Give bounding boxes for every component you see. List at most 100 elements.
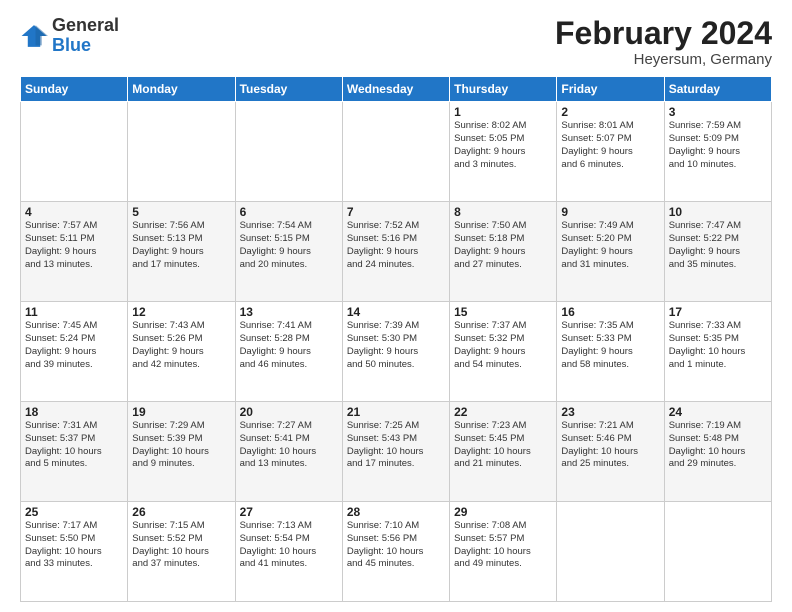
calendar-cell: 13Sunrise: 7:41 AM Sunset: 5:28 PM Dayli…: [235, 302, 342, 402]
calendar-cell: 26Sunrise: 7:15 AM Sunset: 5:52 PM Dayli…: [128, 502, 235, 602]
calendar-cell: 10Sunrise: 7:47 AM Sunset: 5:22 PM Dayli…: [664, 202, 771, 302]
calendar-cell: 27Sunrise: 7:13 AM Sunset: 5:54 PM Dayli…: [235, 502, 342, 602]
day-number: 7: [347, 205, 445, 219]
day-info: Sunrise: 7:50 AM Sunset: 5:18 PM Dayligh…: [454, 220, 552, 271]
day-info: Sunrise: 7:29 AM Sunset: 5:39 PM Dayligh…: [132, 420, 230, 471]
day-number: 2: [561, 105, 659, 119]
day-info: Sunrise: 7:52 AM Sunset: 5:16 PM Dayligh…: [347, 220, 445, 271]
calendar-week-row: 1Sunrise: 8:02 AM Sunset: 5:05 PM Daylig…: [21, 102, 772, 202]
day-info: Sunrise: 7:56 AM Sunset: 5:13 PM Dayligh…: [132, 220, 230, 271]
calendar-cell: 21Sunrise: 7:25 AM Sunset: 5:43 PM Dayli…: [342, 402, 449, 502]
calendar-cell: [557, 502, 664, 602]
day-info: Sunrise: 7:45 AM Sunset: 5:24 PM Dayligh…: [25, 320, 123, 371]
day-number: 11: [25, 305, 123, 319]
day-info: Sunrise: 8:02 AM Sunset: 5:05 PM Dayligh…: [454, 120, 552, 171]
day-info: Sunrise: 7:27 AM Sunset: 5:41 PM Dayligh…: [240, 420, 338, 471]
day-number: 27: [240, 505, 338, 519]
calendar-cell: [342, 102, 449, 202]
day-info: Sunrise: 7:47 AM Sunset: 5:22 PM Dayligh…: [669, 220, 767, 271]
calendar-subtitle: Heyersum, Germany: [555, 51, 772, 68]
calendar-cell: 19Sunrise: 7:29 AM Sunset: 5:39 PM Dayli…: [128, 402, 235, 502]
calendar-cell: 11Sunrise: 7:45 AM Sunset: 5:24 PM Dayli…: [21, 302, 128, 402]
calendar-cell: [128, 102, 235, 202]
calendar-cell: 28Sunrise: 7:10 AM Sunset: 5:56 PM Dayli…: [342, 502, 449, 602]
day-info: Sunrise: 8:01 AM Sunset: 5:07 PM Dayligh…: [561, 120, 659, 171]
day-info: Sunrise: 7:41 AM Sunset: 5:28 PM Dayligh…: [240, 320, 338, 371]
weekday-header-monday: Monday: [128, 77, 235, 102]
logo-general-text: General: [52, 15, 119, 35]
day-info: Sunrise: 7:59 AM Sunset: 5:09 PM Dayligh…: [669, 120, 767, 171]
calendar-cell: 17Sunrise: 7:33 AM Sunset: 5:35 PM Dayli…: [664, 302, 771, 402]
day-number: 16: [561, 305, 659, 319]
weekday-header-saturday: Saturday: [664, 77, 771, 102]
day-number: 1: [454, 105, 552, 119]
day-info: Sunrise: 7:13 AM Sunset: 5:54 PM Dayligh…: [240, 520, 338, 571]
logo-icon: [20, 22, 48, 50]
day-number: 13: [240, 305, 338, 319]
calendar-cell: 22Sunrise: 7:23 AM Sunset: 5:45 PM Dayli…: [450, 402, 557, 502]
calendar-cell: 18Sunrise: 7:31 AM Sunset: 5:37 PM Dayli…: [21, 402, 128, 502]
calendar-title: February 2024: [555, 16, 772, 51]
day-number: 24: [669, 405, 767, 419]
calendar-cell: 1Sunrise: 8:02 AM Sunset: 5:05 PM Daylig…: [450, 102, 557, 202]
day-number: 9: [561, 205, 659, 219]
day-number: 18: [25, 405, 123, 419]
day-number: 20: [240, 405, 338, 419]
calendar-page: General Blue February 2024 Heyersum, Ger…: [0, 0, 792, 612]
day-number: 19: [132, 405, 230, 419]
calendar-cell: 16Sunrise: 7:35 AM Sunset: 5:33 PM Dayli…: [557, 302, 664, 402]
header: General Blue February 2024 Heyersum, Ger…: [20, 16, 772, 68]
day-info: Sunrise: 7:35 AM Sunset: 5:33 PM Dayligh…: [561, 320, 659, 371]
calendar-cell: 5Sunrise: 7:56 AM Sunset: 5:13 PM Daylig…: [128, 202, 235, 302]
calendar-cell: [235, 102, 342, 202]
day-number: 14: [347, 305, 445, 319]
calendar-cell: 4Sunrise: 7:57 AM Sunset: 5:11 PM Daylig…: [21, 202, 128, 302]
calendar-week-row: 4Sunrise: 7:57 AM Sunset: 5:11 PM Daylig…: [21, 202, 772, 302]
calendar-week-row: 18Sunrise: 7:31 AM Sunset: 5:37 PM Dayli…: [21, 402, 772, 502]
calendar-cell: 25Sunrise: 7:17 AM Sunset: 5:50 PM Dayli…: [21, 502, 128, 602]
weekday-header-tuesday: Tuesday: [235, 77, 342, 102]
day-info: Sunrise: 7:33 AM Sunset: 5:35 PM Dayligh…: [669, 320, 767, 371]
calendar-cell: 24Sunrise: 7:19 AM Sunset: 5:48 PM Dayli…: [664, 402, 771, 502]
calendar-cell: 6Sunrise: 7:54 AM Sunset: 5:15 PM Daylig…: [235, 202, 342, 302]
calendar-cell: 3Sunrise: 7:59 AM Sunset: 5:09 PM Daylig…: [664, 102, 771, 202]
day-info: Sunrise: 7:25 AM Sunset: 5:43 PM Dayligh…: [347, 420, 445, 471]
calendar-cell: 15Sunrise: 7:37 AM Sunset: 5:32 PM Dayli…: [450, 302, 557, 402]
calendar-cell: [664, 502, 771, 602]
calendar-cell: 7Sunrise: 7:52 AM Sunset: 5:16 PM Daylig…: [342, 202, 449, 302]
logo-blue-text: Blue: [52, 35, 91, 55]
day-number: 25: [25, 505, 123, 519]
day-info: Sunrise: 7:19 AM Sunset: 5:48 PM Dayligh…: [669, 420, 767, 471]
day-info: Sunrise: 7:10 AM Sunset: 5:56 PM Dayligh…: [347, 520, 445, 571]
weekday-header-thursday: Thursday: [450, 77, 557, 102]
calendar-cell: [21, 102, 128, 202]
weekday-header-row: SundayMondayTuesdayWednesdayThursdayFrid…: [21, 77, 772, 102]
day-number: 26: [132, 505, 230, 519]
calendar-cell: 9Sunrise: 7:49 AM Sunset: 5:20 PM Daylig…: [557, 202, 664, 302]
calendar-cell: 23Sunrise: 7:21 AM Sunset: 5:46 PM Dayli…: [557, 402, 664, 502]
day-number: 23: [561, 405, 659, 419]
day-number: 15: [454, 305, 552, 319]
day-info: Sunrise: 7:43 AM Sunset: 5:26 PM Dayligh…: [132, 320, 230, 371]
calendar-cell: 29Sunrise: 7:08 AM Sunset: 5:57 PM Dayli…: [450, 502, 557, 602]
weekday-header-sunday: Sunday: [21, 77, 128, 102]
day-info: Sunrise: 7:08 AM Sunset: 5:57 PM Dayligh…: [454, 520, 552, 571]
day-number: 21: [347, 405, 445, 419]
day-number: 17: [669, 305, 767, 319]
calendar-table: SundayMondayTuesdayWednesdayThursdayFrid…: [20, 76, 772, 602]
day-number: 6: [240, 205, 338, 219]
logo: General Blue: [20, 16, 119, 56]
day-info: Sunrise: 7:49 AM Sunset: 5:20 PM Dayligh…: [561, 220, 659, 271]
day-number: 4: [25, 205, 123, 219]
day-number: 22: [454, 405, 552, 419]
day-info: Sunrise: 7:57 AM Sunset: 5:11 PM Dayligh…: [25, 220, 123, 271]
day-number: 3: [669, 105, 767, 119]
day-number: 28: [347, 505, 445, 519]
calendar-cell: 12Sunrise: 7:43 AM Sunset: 5:26 PM Dayli…: [128, 302, 235, 402]
day-info: Sunrise: 7:37 AM Sunset: 5:32 PM Dayligh…: [454, 320, 552, 371]
day-number: 10: [669, 205, 767, 219]
day-number: 5: [132, 205, 230, 219]
day-number: 12: [132, 305, 230, 319]
day-number: 29: [454, 505, 552, 519]
day-number: 8: [454, 205, 552, 219]
